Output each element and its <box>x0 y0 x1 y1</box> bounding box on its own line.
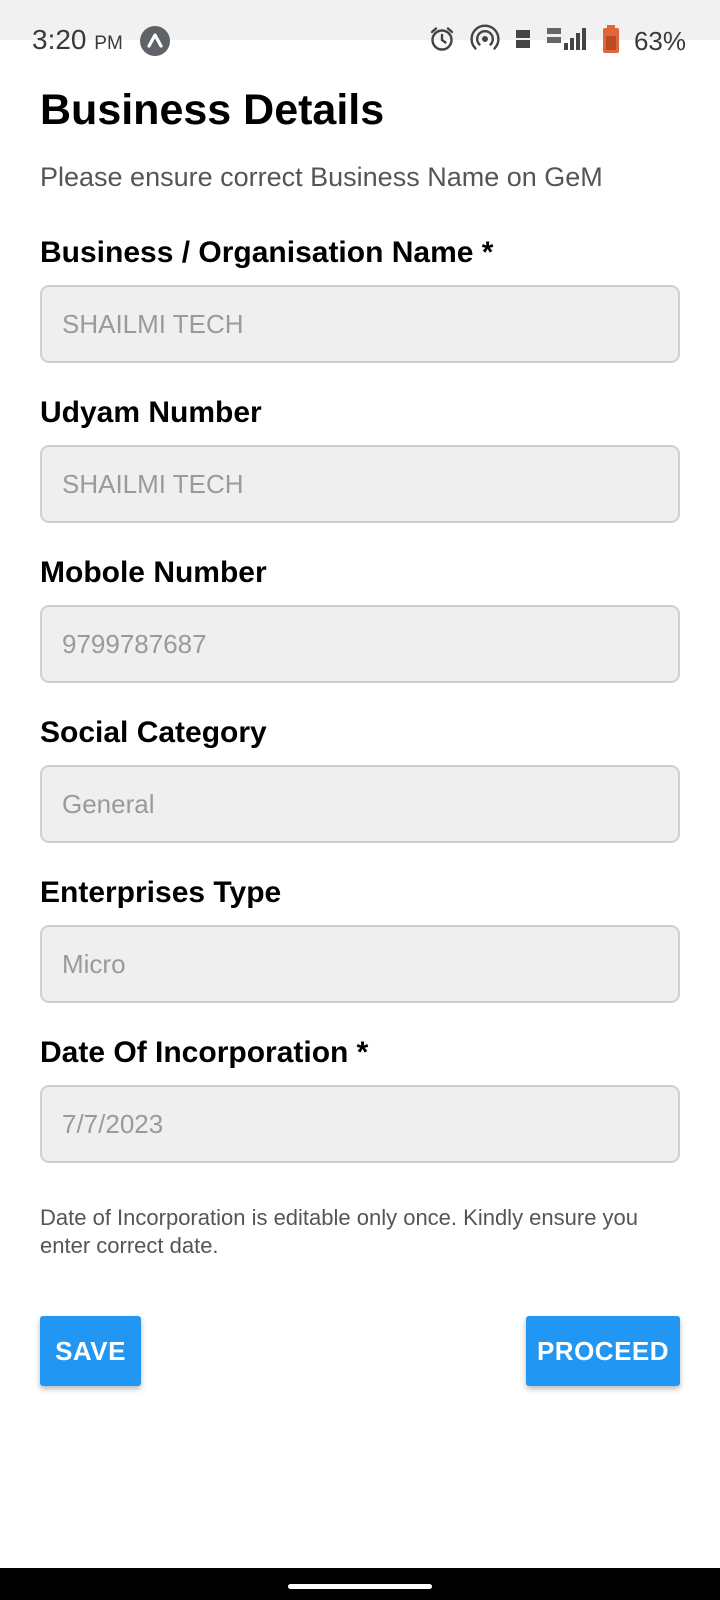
status-time-ampm: PM <box>94 33 123 54</box>
home-gesture-handle[interactable] <box>288 1584 432 1589</box>
battery-percent: 63% <box>633 25 686 56</box>
social-category-field[interactable]: General <box>40 765 680 843</box>
udyam-number-field[interactable]: SHAILMI TECH <box>40 445 680 523</box>
app-notification-icon <box>140 26 170 56</box>
save-button[interactable]: SAVE <box>40 1316 141 1386</box>
enterprises-type-field[interactable]: Micro <box>40 925 680 1003</box>
hotspot-icon <box>470 24 500 59</box>
incorporation-note: Date of Incorporation is editable only o… <box>40 1205 639 1258</box>
status-icons: 63% <box>428 24 686 58</box>
lte-signal-icon <box>546 26 588 57</box>
status-time-value: 3:20 <box>32 24 87 55</box>
enterprises-type-label: Enterprises Type <box>40 876 282 909</box>
alarm-icon <box>428 25 456 58</box>
page-title: Business Details <box>40 86 385 134</box>
battery-icon <box>602 24 620 59</box>
business-name-label: Business / Organisation Name * <box>40 236 494 269</box>
business-name-field[interactable]: SHAILMI TECH <box>40 285 680 363</box>
volte-icon <box>514 27 532 56</box>
status-bar: 3:20 PM 63% <box>0 0 720 80</box>
social-category-label: Social Category <box>40 716 267 749</box>
proceed-button[interactable]: PROCEED <box>526 1316 680 1386</box>
date-of-incorporation-label: Date Of Incorporation * <box>40 1036 369 1069</box>
mobile-number-field[interactable]: 9799787687 <box>40 605 680 683</box>
mobile-number-label: Mobole Number <box>40 556 267 589</box>
udyam-number-label: Udyam Number <box>40 396 262 429</box>
status-time: 3:20 PM <box>32 24 123 56</box>
date-of-incorporation-field[interactable]: 7/7/2023 <box>40 1085 680 1163</box>
navigation-bar <box>0 1568 720 1600</box>
page-subtitle: Please ensure correct Business Name on G… <box>40 162 603 192</box>
